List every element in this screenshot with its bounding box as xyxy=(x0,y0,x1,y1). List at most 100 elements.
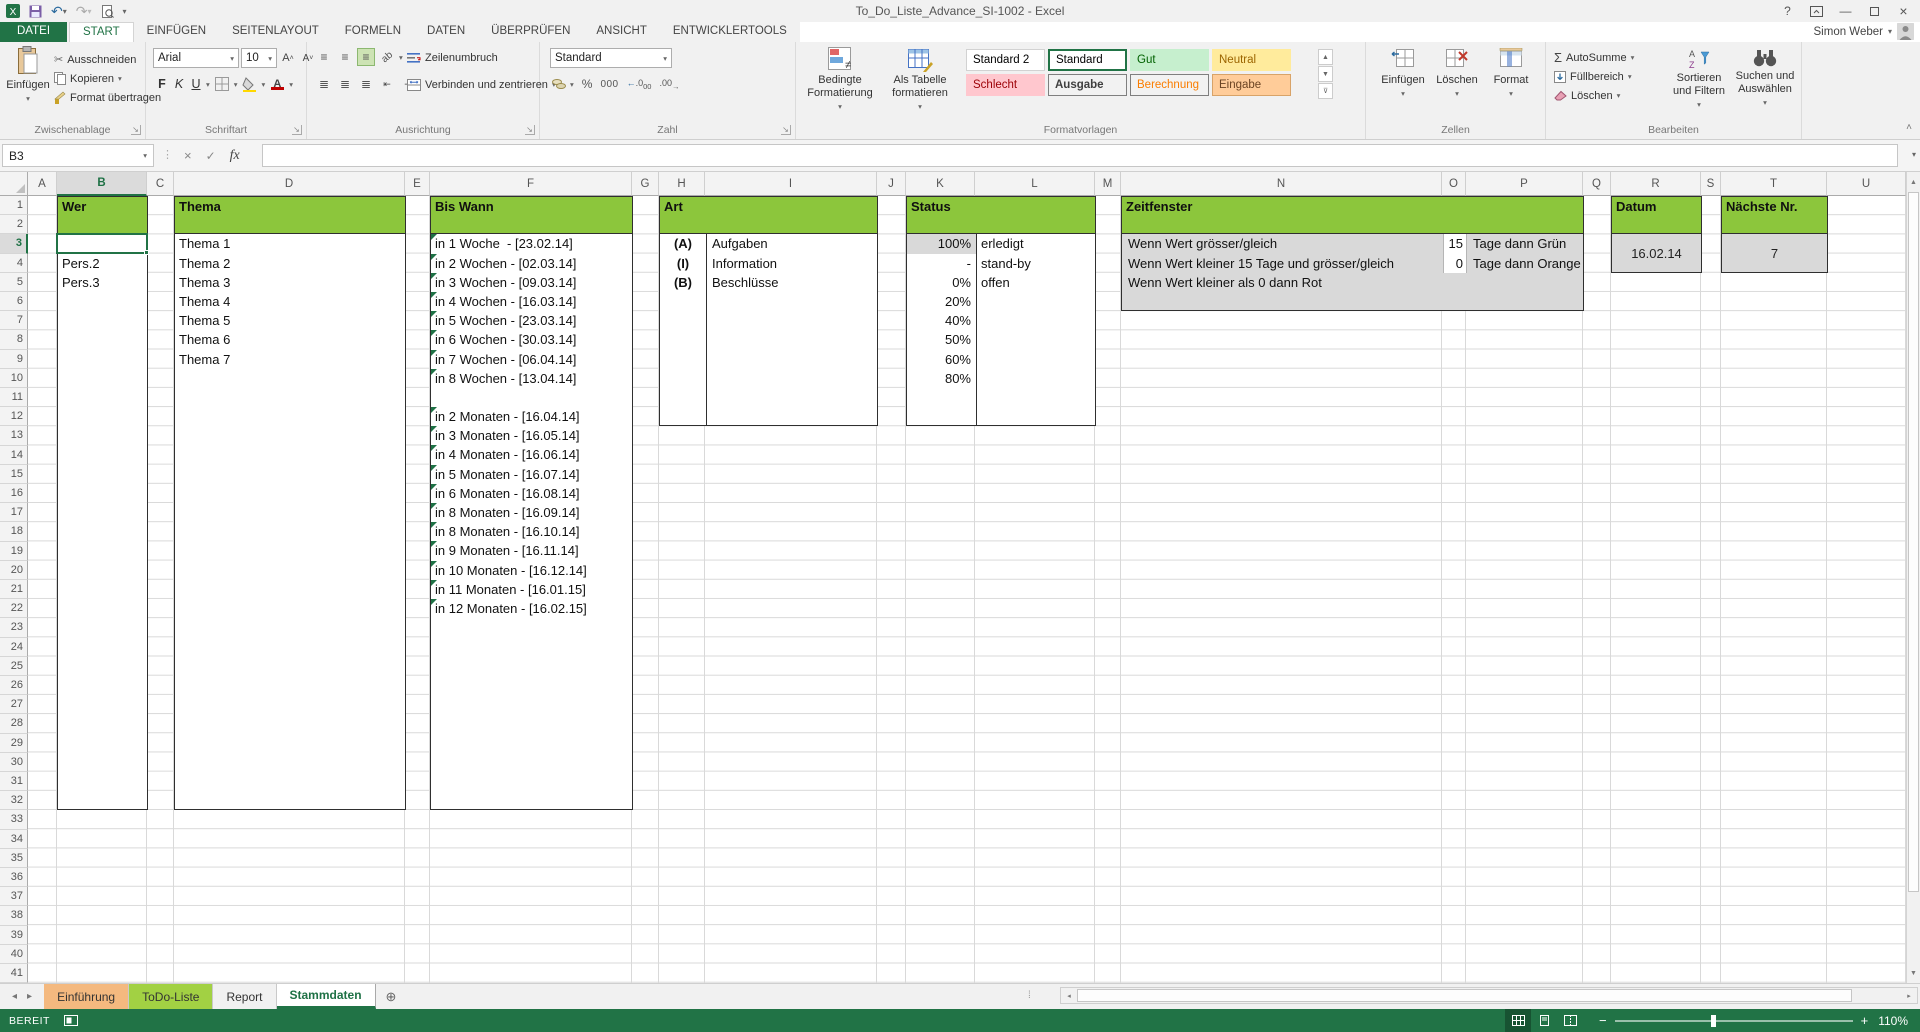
row-header-16[interactable]: 16 xyxy=(0,484,28,503)
sheet-tab-stammdaten[interactable]: Stammdaten xyxy=(277,984,376,1009)
row-header-11[interactable]: 11 xyxy=(0,388,28,407)
conditional-formatting-button[interactable]: ≠ Bedingte Formatierung▾ xyxy=(804,46,876,124)
normal-view-button[interactable] xyxy=(1505,1009,1531,1032)
row-header-8[interactable]: 8 xyxy=(0,330,28,349)
row-header-34[interactable]: 34 xyxy=(0,830,28,849)
row-zeitfenster-rule[interactable]: Wenn Wert grösser/gleich15Tage dann Grün xyxy=(1122,234,1583,253)
active-cell-b3[interactable] xyxy=(56,233,148,254)
cell-zeitfenster-value[interactable]: 15 xyxy=(1443,234,1467,253)
naechste-nr-header[interactable]: Nächste Nr. xyxy=(1721,196,1828,234)
name-box[interactable]: B3▾ xyxy=(2,144,154,167)
underline-button[interactable]: U xyxy=(189,77,203,91)
row-status[interactable]: 80% xyxy=(907,369,1095,388)
cell-bis-wann[interactable]: in 12 Monaten - [16.02.15] xyxy=(431,599,632,618)
scroll-left-arrow[interactable]: ◂ xyxy=(1062,989,1076,1002)
grow-font-button[interactable]: A˄ xyxy=(279,49,297,67)
column-header-P[interactable]: P xyxy=(1466,172,1583,196)
cell-status-pct[interactable]: 50% xyxy=(907,330,976,349)
row-header-35[interactable]: 35 xyxy=(0,849,28,868)
horizontal-scrollbar[interactable]: ◂ ▸ xyxy=(1060,987,1918,1004)
art-header[interactable]: Art xyxy=(659,196,878,234)
cell-status-label[interactable]: offen xyxy=(976,273,1010,292)
sheet-nav-right-arrow[interactable]: ▸ xyxy=(27,991,32,1002)
cell-zeitfenster-value[interactable]: 0 xyxy=(1443,254,1467,273)
sort-filter-button[interactable]: AZ Sortieren und Filtern▾ xyxy=(1668,48,1730,124)
row-header-2[interactable]: 2 xyxy=(0,215,28,234)
font-size-dropdown[interactable]: 10▾ xyxy=(241,48,277,68)
row-header-12[interactable]: 12 xyxy=(0,407,28,426)
ribbon-tab-überprüfen[interactable]: ÜBERPRÜFEN xyxy=(478,22,583,42)
gallery-more-button[interactable]: ⊽ xyxy=(1318,83,1333,99)
column-header-H[interactable]: H xyxy=(659,172,705,196)
row-header-28[interactable]: 28 xyxy=(0,714,28,733)
cell-bis-wann[interactable]: in 8 Wochen - [13.04.14] xyxy=(431,369,632,388)
cell-bis-wann[interactable]: in 8 Monaten - [16.09.14] xyxy=(431,503,632,522)
ribbon-tab-datei[interactable]: DATEI xyxy=(0,22,67,42)
zoom-out-button[interactable]: − xyxy=(1599,1016,1607,1026)
cell-thema[interactable]: Thema 5 xyxy=(175,311,405,330)
sheet-tab-todo-liste[interactable]: ToDo-Liste xyxy=(129,984,213,1009)
formula-input[interactable] xyxy=(262,144,1898,167)
column-header-N[interactable]: N xyxy=(1121,172,1442,196)
scroll-up-arrow[interactable]: ▲ xyxy=(1907,174,1920,190)
zoom-level[interactable]: 110% xyxy=(1878,1014,1920,1028)
column-header-K[interactable]: K xyxy=(906,172,975,196)
cell-art-code[interactable]: (B) xyxy=(660,273,706,292)
style-schlecht[interactable]: Schlecht xyxy=(966,74,1045,96)
cell-status-pct[interactable]: 80% xyxy=(907,369,976,388)
zoom-in-button[interactable]: + xyxy=(1861,1016,1869,1026)
help-button[interactable]: ? xyxy=(1773,1,1802,21)
cell-bis-wann[interactable]: in 4 Wochen - [16.03.14] xyxy=(431,292,632,311)
row-zeitfenster-rule[interactable]: Wenn Wert kleiner 15 Tage und grösser/gl… xyxy=(1122,254,1583,273)
scroll-right-arrow[interactable]: ▸ xyxy=(1902,989,1916,1002)
column-header-F[interactable]: F xyxy=(430,172,632,196)
cell-status-pct[interactable]: - xyxy=(907,254,976,273)
row-art[interactable]: (I)Information xyxy=(660,254,877,273)
orientation-button[interactable]: ab xyxy=(374,44,399,69)
bis-wann-box[interactable]: in 1 Woche - [23.02.14]in 2 Wochen - [02… xyxy=(430,233,633,810)
cell-bis-wann[interactable]: in 7 Wochen - [06.04.14] xyxy=(431,350,632,369)
column-header-T[interactable]: T xyxy=(1721,172,1827,196)
cell-bis-wann[interactable]: in 5 Monaten - [16.07.14] xyxy=(431,465,632,484)
ribbon-tab-ansicht[interactable]: ANSICHT xyxy=(583,22,659,42)
cell-thema[interactable]: Thema 6 xyxy=(175,330,405,349)
clipboard-dialog-launcher[interactable]: ↘ xyxy=(131,125,141,135)
ribbon-tab-einfügen[interactable]: EINFÜGEN xyxy=(134,22,219,42)
cell-bis-wann[interactable] xyxy=(431,388,632,407)
style-gut[interactable]: Gut xyxy=(1130,49,1209,71)
row-header-4[interactable]: 4 xyxy=(0,254,28,273)
cell-thema[interactable]: Thema 7 xyxy=(175,350,405,369)
row-header-32[interactable]: 32 xyxy=(0,791,28,810)
font-family-dropdown[interactable]: Arial▾ xyxy=(153,48,239,68)
format-as-table-button[interactable]: Als Tabelle formatieren▾ xyxy=(882,46,958,124)
row-header-13[interactable]: 13 xyxy=(0,426,28,445)
bis-wann-header[interactable]: Bis Wann xyxy=(430,196,633,234)
naechste-nr-value-cell[interactable]: 7 xyxy=(1721,233,1828,272)
cell-wer[interactable]: Pers.3 xyxy=(58,273,147,292)
clear-button[interactable]: Löschen▾ xyxy=(1554,86,1634,105)
column-header-Q[interactable]: Q xyxy=(1583,172,1611,196)
thema-header[interactable]: Thema xyxy=(174,196,406,234)
row-header-20[interactable]: 20 xyxy=(0,561,28,580)
gallery-scroll-up-button[interactable]: ▲ xyxy=(1318,49,1333,65)
column-header-B[interactable]: B xyxy=(57,172,147,196)
cell-bis-wann[interactable]: in 10 Monaten - [16.12.14] xyxy=(431,561,632,580)
font-color-button[interactable]: A xyxy=(268,75,286,93)
new-sheet-button[interactable]: ⊕ xyxy=(376,984,407,1009)
cell-bis-wann[interactable]: in 4 Monaten - [16.06.14] xyxy=(431,445,632,464)
column-header-U[interactable]: U xyxy=(1827,172,1906,196)
insert-function-button[interactable]: fx xyxy=(230,148,240,164)
scroll-down-arrow[interactable]: ▼ xyxy=(1907,965,1920,981)
cell-art-label[interactable]: Information xyxy=(706,254,777,273)
row-header-9[interactable]: 9 xyxy=(0,350,28,369)
ribbon-tab-formeln[interactable]: FORMELN xyxy=(332,22,414,42)
column-header-A[interactable]: A xyxy=(28,172,57,196)
row-status[interactable]: 0%offen xyxy=(907,273,1095,292)
zoom-slider[interactable] xyxy=(1615,1020,1853,1022)
cell-art-label[interactable]: Aufgaben xyxy=(706,234,768,253)
autosum-button[interactable]: ΣAutoSumme▾ xyxy=(1554,48,1634,67)
column-header-C[interactable]: C xyxy=(147,172,174,196)
page-layout-view-button[interactable] xyxy=(1531,1009,1557,1032)
bold-button[interactable]: F xyxy=(155,77,169,91)
decrease-decimal-button[interactable]: .00→ xyxy=(659,78,679,91)
